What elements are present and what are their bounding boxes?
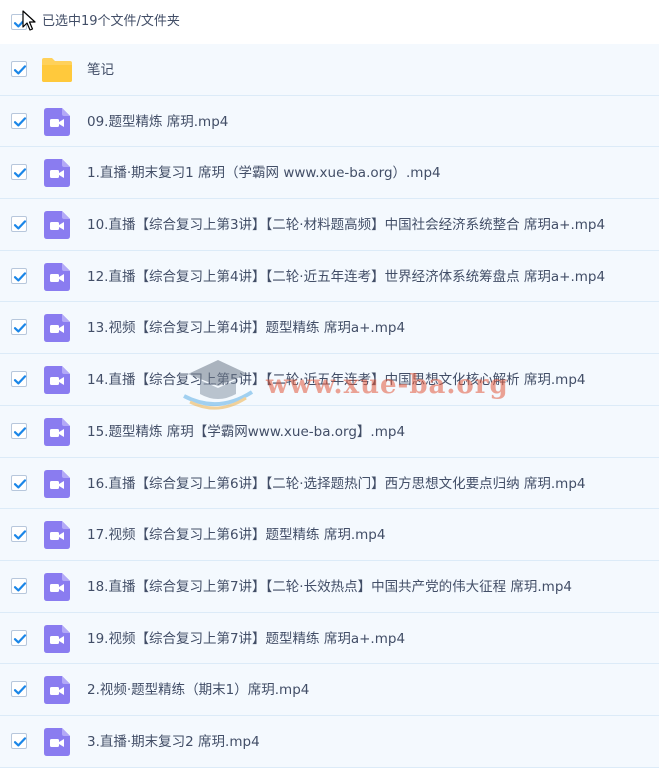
- file-row[interactable]: 15.题型精炼 席玥【学霸网www.xue-ba.org】.mp4: [0, 405, 659, 458]
- checkmark-icon: [13, 375, 27, 385]
- file-checkbox[interactable]: [11, 216, 27, 233]
- checkmark-icon: [13, 168, 27, 178]
- checkmark-icon: [13, 272, 27, 282]
- file-name[interactable]: 15.题型精炼 席玥【学霸网www.xue-ba.org】.mp4: [87, 422, 405, 442]
- video-file-icon: [44, 211, 70, 240]
- file-row[interactable]: 笔记: [0, 44, 659, 96]
- video-file-icon: [44, 676, 70, 705]
- file-row[interactable]: 2.视频·题型精练（期末1）席玥.mp4: [0, 664, 659, 716]
- file-name[interactable]: 1.直播·期末复习1 席玥（学霸网 www.xue-ba.org）.mp4: [87, 163, 441, 183]
- file-name[interactable]: 10.直播【综合复习上第3讲】【二轮·材料题高频】中国社会经济系统整合 席玥a+…: [87, 215, 605, 235]
- file-name[interactable]: 19.视频【综合复习上第7讲】题型精练 席玥a+.mp4: [87, 629, 405, 649]
- file-name[interactable]: 16.直播【综合复习上第6讲】【二轮·选择题热门】西方思想文化要点归纳 席玥.m…: [87, 474, 586, 494]
- file-checkbox[interactable]: [11, 112, 27, 129]
- file-name[interactable]: 13.视频【综合复习上第4讲】题型精练 席玥a+.mp4: [87, 318, 405, 338]
- checkmark-icon: [13, 323, 27, 333]
- file-name[interactable]: 18.直播【综合复习上第7讲】【二轮·长效热点】中国共产党的伟大征程 席玥.mp…: [87, 577, 572, 597]
- file-checkbox[interactable]: [11, 371, 27, 388]
- checkmark-icon: [13, 220, 27, 230]
- file-row[interactable]: 14.直播【综合复习上第5讲】【二轮·近五年连考】中国思想文化核心解析 席玥.m…: [0, 354, 659, 406]
- file-checkbox[interactable]: [11, 577, 27, 594]
- file-row[interactable]: 3.直播·期末复习2 席玥.mp4: [0, 715, 659, 768]
- file-name[interactable]: 14.直播【综合复习上第5讲】【二轮·近五年连考】中国思想文化核心解析 席玥.m…: [87, 370, 586, 390]
- video-file-icon: [44, 107, 70, 136]
- video-file-icon: [44, 469, 70, 498]
- file-name[interactable]: 3.直播·期末复习2 席玥.mp4: [87, 732, 260, 752]
- mouse-cursor-icon: [22, 10, 36, 31]
- checkmark-icon: [13, 478, 27, 488]
- video-file-icon: [44, 727, 70, 756]
- checkmark-icon: [13, 427, 27, 437]
- file-name[interactable]: 09.题型精炼 席玥.mp4: [87, 112, 228, 132]
- video-file-icon: [44, 572, 70, 601]
- file-list: 笔记 09.题型精炼 席玥.mp4 1.直播·期末复习1 席玥（学霸网 www.xu…: [0, 44, 659, 768]
- file-checkbox[interactable]: [11, 474, 27, 491]
- file-name[interactable]: 12.直播【综合复习上第4讲】【二轮·近五年连考】世界经济体系统筹盘点 席玥a+…: [87, 267, 605, 287]
- checkmark-icon: [13, 633, 27, 644]
- file-row[interactable]: 17.视频【综合复习上第6讲】题型精练 席玥.mp4: [0, 509, 659, 561]
- selection-count-label: 已选中19个文件/文件夹: [42, 14, 180, 29]
- file-row[interactable]: 13.视频【综合复习上第4讲】题型精练 席玥a+.mp4: [0, 302, 659, 355]
- file-row[interactable]: 18.直播【综合复习上第7讲】【二轮·长效热点】中国共产党的伟大征程 席玥.mp…: [0, 560, 659, 613]
- file-checkbox[interactable]: [11, 732, 27, 749]
- selection-header: 已选中19个文件/文件夹: [0, 0, 659, 44]
- file-row[interactable]: 10.直播【综合复习上第3讲】【二轮·材料题高频】中国社会经济系统整合 席玥a+…: [0, 199, 659, 251]
- file-name[interactable]: 笔记: [87, 60, 114, 80]
- file-name[interactable]: 2.视频·题型精练（期末1）席玥.mp4: [87, 680, 309, 700]
- video-file-icon: [44, 314, 70, 343]
- folder-icon: [41, 56, 73, 83]
- checkmark-icon: [13, 737, 27, 747]
- file-row[interactable]: 16.直播【综合复习上第6讲】【二轮·选择题热门】西方思想文化要点归纳 席玥.m…: [0, 457, 659, 510]
- file-checkbox[interactable]: [11, 681, 27, 698]
- file-checkbox[interactable]: [11, 629, 27, 646]
- checkmark-icon: [13, 116, 27, 127]
- video-file-icon: [44, 262, 70, 291]
- file-row[interactable]: 09.题型精炼 席玥.mp4: [0, 95, 659, 148]
- file-checkbox[interactable]: [11, 164, 27, 181]
- video-file-icon: [44, 366, 70, 395]
- video-file-icon: [44, 624, 70, 653]
- video-file-icon: [44, 417, 70, 446]
- checkmark-icon: [13, 582, 27, 592]
- video-file-icon: [44, 159, 70, 188]
- file-row[interactable]: 1.直播·期末复习1 席玥（学霸网 www.xue-ba.org）.mp4: [0, 147, 659, 200]
- file-row[interactable]: 12.直播【综合复习上第4讲】【二轮·近五年连考】世界经济体系统筹盘点 席玥a+…: [0, 250, 659, 303]
- file-row[interactable]: 19.视频【综合复习上第7讲】题型精练 席玥a+.mp4: [0, 612, 659, 665]
- video-file-icon: [44, 521, 70, 550]
- file-name[interactable]: 17.视频【综合复习上第6讲】题型精练 席玥.mp4: [87, 525, 385, 545]
- checkmark-icon: [13, 530, 27, 540]
- checkmark-icon: [13, 65, 27, 75]
- file-checkbox[interactable]: [11, 526, 27, 543]
- file-checkbox[interactable]: [11, 61, 27, 77]
- file-checkbox[interactable]: [11, 422, 27, 439]
- file-checkbox[interactable]: [11, 319, 27, 336]
- checkmark-icon: [13, 685, 27, 695]
- file-checkbox[interactable]: [11, 267, 27, 284]
